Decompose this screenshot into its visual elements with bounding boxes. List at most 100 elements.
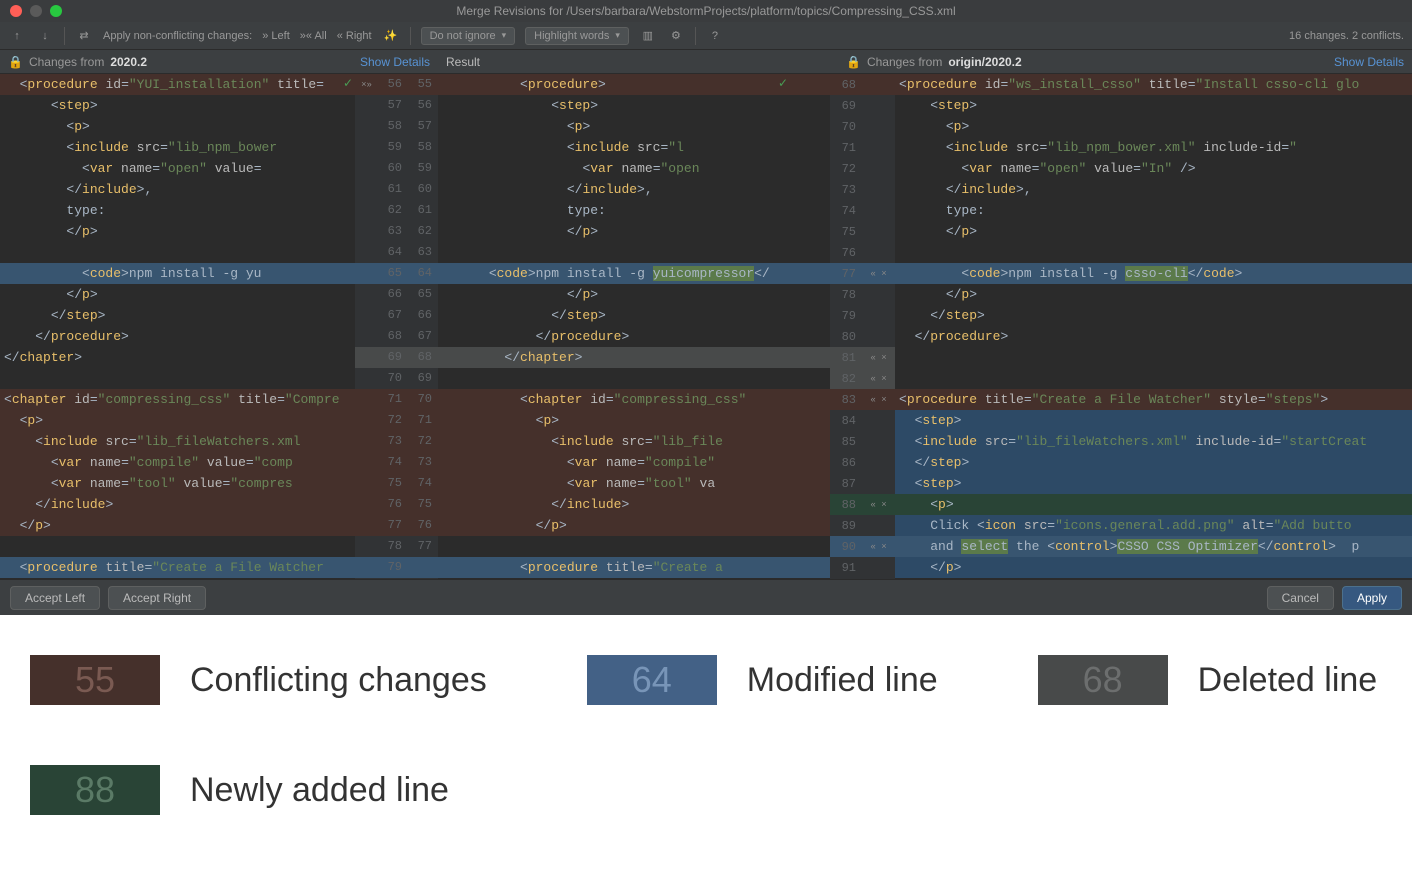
code-line[interactable]: <p> [895,494,1412,515]
code-line[interactable]: </p> [438,221,830,242]
code-line[interactable]: type: [0,200,355,221]
code-line[interactable] [438,536,830,557]
code-line[interactable]: <include src="l [438,137,830,158]
accept-right-button[interactable]: Accept Right [108,586,206,610]
code-line[interactable] [895,242,1412,263]
code-line[interactable]: <procedure> [438,74,830,95]
help-icon[interactable]: ? [706,27,724,45]
code-line[interactable]: </include>, [438,179,830,200]
merge-action-icon[interactable]: « × [862,395,895,405]
code-line[interactable] [438,368,830,389]
apply-right-button[interactable]: « Right [337,30,372,42]
merge-action-icon[interactable] [355,410,378,431]
code-line[interactable]: <chapter id="compressing_css" title="Com… [0,389,355,410]
code-line[interactable]: </procedure> [895,326,1412,347]
code-line[interactable] [0,242,355,263]
merge-action-icon[interactable] [355,494,378,515]
code-line[interactable]: <var name="open" value="In" /> [895,158,1412,179]
merge-action-icon[interactable] [355,326,378,347]
code-line[interactable]: </chapter> [438,347,830,368]
code-line[interactable]: <chapter id="compressing_css" [438,389,830,410]
merge-action-icon[interactable]: « × [862,542,895,552]
merge-action-icon[interactable] [355,515,378,536]
code-line[interactable]: </p> [0,221,355,242]
code-line[interactable]: </p> [895,557,1412,578]
code-line[interactable]: </chapter> [0,347,355,368]
code-line[interactable]: <procedure id="YUI_installation" title= [0,74,355,95]
code-line[interactable]: </p> [438,284,830,305]
code-line[interactable]: <var name="compile" value="comp [0,452,355,473]
code-line[interactable]: <include src="lib_npm_bower [0,137,355,158]
code-line[interactable]: <var name="open" value= [0,158,355,179]
code-line[interactable]: <include src="lib_fileWatchers.xml [0,431,355,452]
merge-action-icon[interactable] [355,200,378,221]
close-window-icon[interactable] [10,5,22,17]
apply-left-button[interactable]: » Left [262,30,290,42]
merge-action-icon[interactable] [355,284,378,305]
code-line[interactable]: <step> [895,473,1412,494]
ignore-dropdown[interactable]: Do not ignore [421,27,516,45]
code-line[interactable]: </p> [438,515,830,536]
code-line[interactable]: <code>npm install -g yuicompressor</ [438,263,830,284]
code-line[interactable]: type: [895,200,1412,221]
code-line[interactable]: and select the <control>CSSO CSS Optimiz… [895,536,1412,557]
code-line[interactable]: </procedure> [438,326,830,347]
code-line[interactable]: </p> [895,284,1412,305]
code-line[interactable]: <var name="tool" value="compres [0,473,355,494]
merge-action-icon[interactable] [355,263,378,284]
highlight-dropdown[interactable]: Highlight words [525,27,629,45]
code-line[interactable]: <var name="tool" va [438,473,830,494]
code-line[interactable]: </p> [0,284,355,305]
minimize-window-icon[interactable] [30,5,42,17]
code-line[interactable]: </step> [438,305,830,326]
code-line[interactable]: <include src="lib_fileWatchers.xml" incl… [895,431,1412,452]
merge-action-icon[interactable] [355,347,378,368]
code-line[interactable]: <p> [0,116,355,137]
code-line[interactable] [438,242,830,263]
merge-action-icon[interactable]: « × [862,374,895,384]
code-line[interactable] [0,368,355,389]
merge-action-icon[interactable] [355,536,378,557]
code-line[interactable]: <include src="lib_npm_bower.xml" include… [895,137,1412,158]
code-line[interactable]: <step> [0,95,355,116]
merge-action-icon[interactable] [355,137,378,158]
code-line[interactable]: </step> [895,305,1412,326]
merge-action-icon[interactable] [355,305,378,326]
code-line[interactable]: type: [438,200,830,221]
merge-action-icon[interactable] [355,431,378,452]
apply-all-button[interactable]: »« All [300,30,327,42]
right-pane[interactable]: <procedure id="ws_install_csso" title="I… [895,74,1412,579]
gear-icon[interactable]: ⚙ [667,27,685,45]
next-change-icon[interactable]: ↓ [36,27,54,45]
code-line[interactable]: <procedure title="Create a File Watcher [0,557,355,578]
merge-action-icon[interactable]: « × [862,353,895,363]
code-line[interactable]: <procedure id="ws_install_csso" title="I… [895,74,1412,95]
merge-action-icon[interactable] [355,179,378,200]
code-line[interactable] [895,368,1412,389]
merge-action-icon[interactable] [355,242,378,263]
cancel-button[interactable]: Cancel [1267,586,1334,610]
merge-action-icon[interactable] [355,116,378,137]
code-line[interactable]: <code>npm install -g csso-cli</code> [895,263,1412,284]
layout-icon[interactable]: ▥ [639,27,657,45]
merge-action-icon[interactable] [355,95,378,116]
code-line[interactable]: </include>, [0,179,355,200]
code-line[interactable]: <p> [438,116,830,137]
code-line[interactable]: <step> [895,95,1412,116]
code-line[interactable]: </p> [895,221,1412,242]
compare-icon[interactable]: ⇄ [75,27,93,45]
middle-pane[interactable]: <procedure> <step> <p> <include src="l <… [438,74,830,579]
merge-action-icon[interactable]: ×» [355,74,378,95]
apply-button[interactable]: Apply [1342,586,1402,610]
code-line[interactable]: <step> [438,95,830,116]
merge-action-icon[interactable] [355,158,378,179]
code-line[interactable]: <step> [895,410,1412,431]
code-line[interactable] [0,536,355,557]
merge-action-icon[interactable]: « × [862,500,895,510]
code-line[interactable]: <code>npm install -g yu [0,263,355,284]
merge-action-icon[interactable] [355,368,378,389]
magic-wand-icon[interactable]: ✨ [382,27,400,45]
maximize-window-icon[interactable] [50,5,62,17]
code-line[interactable]: </include> [0,494,355,515]
code-line[interactable]: </procedure> [0,326,355,347]
